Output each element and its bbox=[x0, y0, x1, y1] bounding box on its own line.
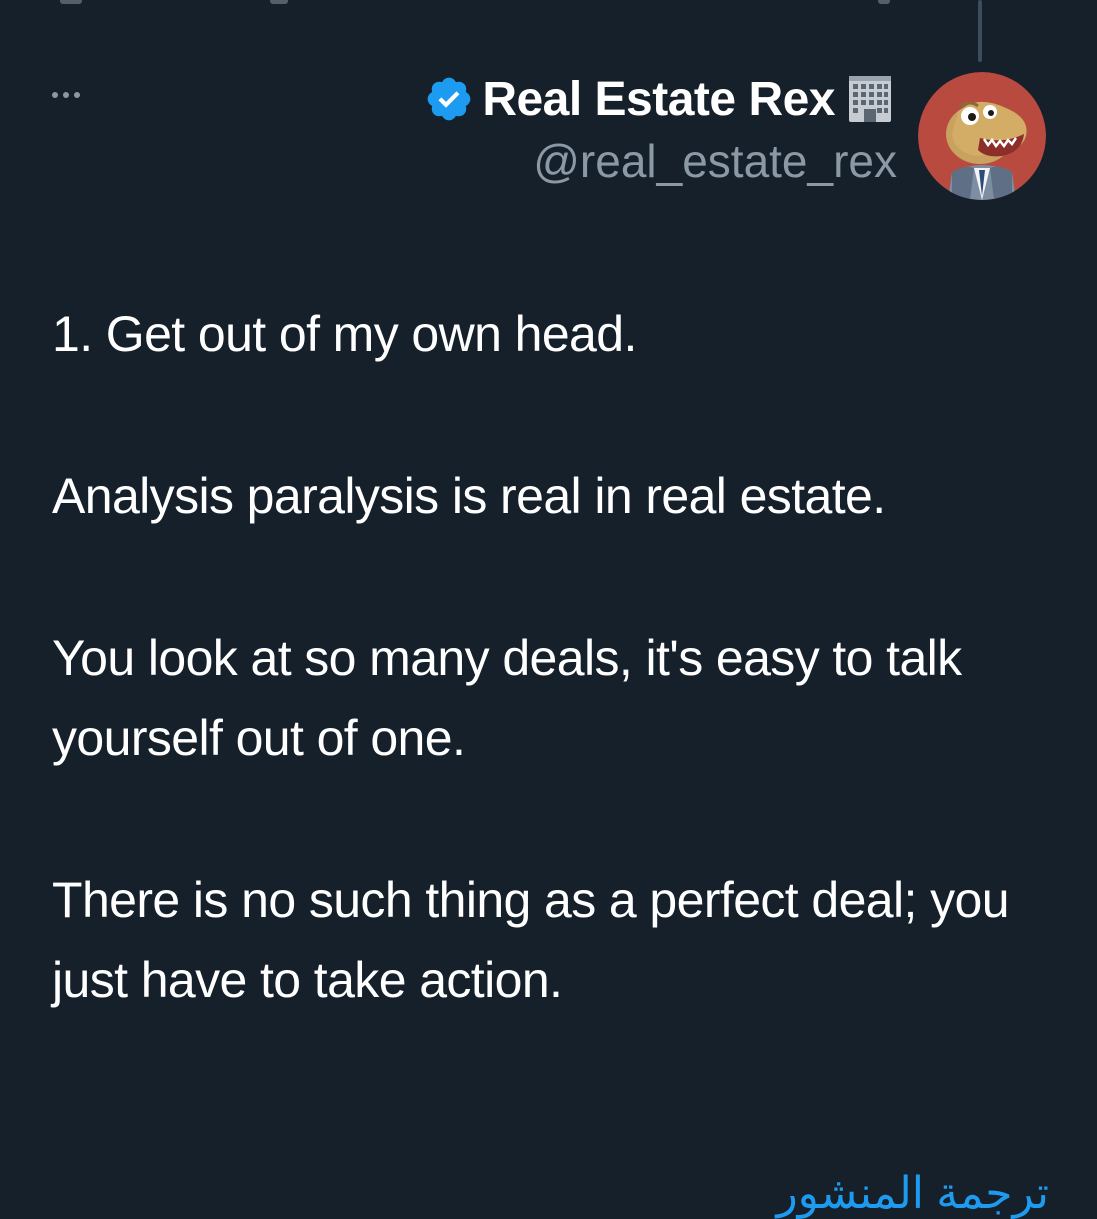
tweet-paragraph: There is no such thing as a perfect deal… bbox=[52, 872, 1010, 1008]
thread-connector-line bbox=[978, 0, 982, 62]
dinosaur-avatar-image bbox=[918, 72, 1046, 200]
tweet-paragraph: You look at so many deals, it's easy to … bbox=[52, 630, 962, 766]
previous-tweet-remnant bbox=[40, 0, 900, 8]
author-avatar[interactable] bbox=[918, 72, 1046, 200]
tweet-text: 1. Get out of my own head. Analysis para… bbox=[52, 294, 1062, 1102]
author-handle[interactable]: @real_estate_rex bbox=[424, 134, 897, 188]
office-building-emoji-icon bbox=[849, 76, 891, 122]
tweet-paragraph: Analysis paralysis is real in real estat… bbox=[52, 468, 886, 524]
more-options-button[interactable] bbox=[52, 80, 80, 110]
author-name-row: Real Estate Rex bbox=[424, 64, 897, 134]
verified-badge-icon bbox=[427, 77, 471, 121]
author-display-name[interactable]: Real Estate Rex bbox=[482, 72, 835, 127]
tweet-author: Real Estate Rex @real_estate_rex bbox=[424, 64, 897, 188]
translate-post-link[interactable]: ترجمة المنشور bbox=[776, 1168, 1049, 1219]
more-dots-icon bbox=[52, 92, 58, 98]
tweet-paragraph: 1. Get out of my own head. bbox=[52, 306, 637, 362]
